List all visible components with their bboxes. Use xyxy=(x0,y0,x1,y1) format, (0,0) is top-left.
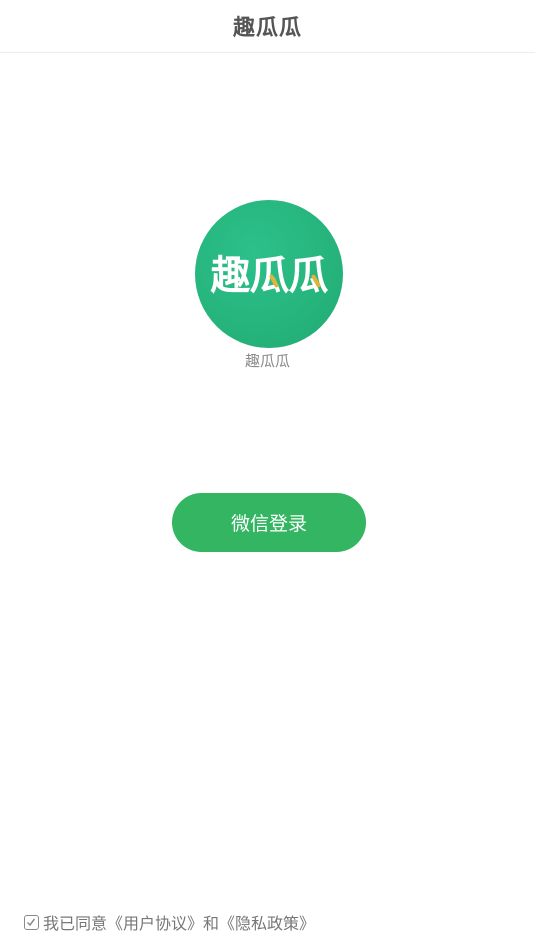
app-logo: 趣瓜瓜 xyxy=(195,200,343,348)
page-title: 趣瓜瓜 xyxy=(232,16,302,41)
app-name-label: 趣瓜瓜 xyxy=(244,352,290,370)
checkmark-icon xyxy=(26,918,36,926)
agreement-row: 我已同意 《用户协议》和《隐私政策》 xyxy=(24,910,315,934)
user-agreement-link[interactable]: 《用户协议》 xyxy=(107,910,203,934)
agreement-checkbox[interactable] xyxy=(24,914,39,930)
wechat-login-button[interactable]: 微信登录 xyxy=(172,493,366,552)
navbar: 趣瓜瓜 xyxy=(0,0,535,53)
agreement-conjunction: 和 xyxy=(203,914,220,933)
agreement-prefix: 我已同意 xyxy=(43,914,108,933)
logo-text: 趣瓜瓜 xyxy=(210,253,329,299)
privacy-policy-link[interactable]: 《隐私政策》 xyxy=(219,910,315,934)
